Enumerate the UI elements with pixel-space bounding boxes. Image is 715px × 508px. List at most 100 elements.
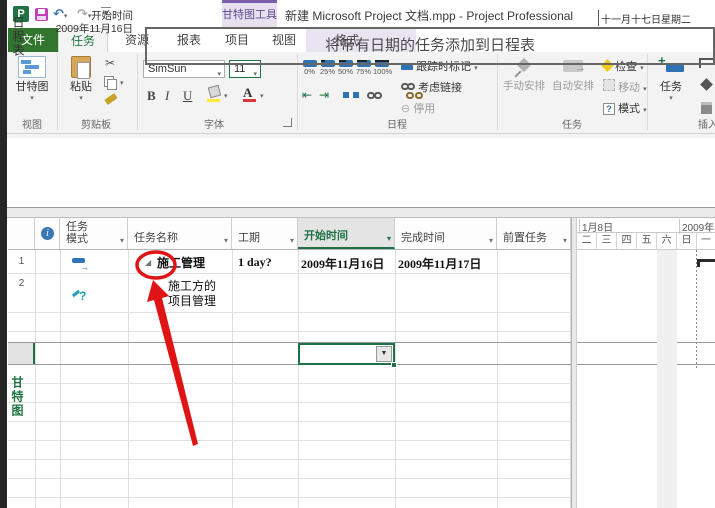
grid-line [35,250,36,508]
grid-line [60,250,61,508]
grid-line [497,250,498,508]
row-line [8,478,571,479]
inactivate-button[interactable]: ⊖ 停用 [401,100,435,116]
table-header-row: i 任务模式 ▾ 任务名称 ▾ 工期 ▾ 开始时间 ▾ 完成时间 ▾ 前置任务 … [8,218,571,250]
chevron-down-icon[interactable]: ▾ [224,92,228,100]
row-number-header[interactable] [8,218,35,249]
gantt-weekday-cell: 四 [617,233,637,250]
cut-icon[interactable]: ✂ [105,56,115,70]
chevron-down-icon: ▾ [474,65,478,72]
save-icon[interactable] [35,8,48,21]
insert-deliverable-icon[interactable] [701,102,712,114]
finish-date-cell[interactable]: 2009年11月17日 [398,255,495,272]
timeline-current-date-tick [598,10,599,26]
collapse-triangle-icon[interactable]: ◢ [145,258,151,267]
split-task-icon[interactable] [343,92,359,98]
move-button[interactable]: 移动 ▾ [603,79,647,95]
group-label-clipboard: 剪贴板 [59,116,133,130]
column-header-task-mode[interactable]: 任务模式 ▾ [60,218,128,249]
timeline-current-date-label: 十一月十七日星期二 [601,11,691,26]
timescale-week-label: 1月8日 [579,219,613,234]
selected-row-header[interactable] [8,343,35,364]
gantt-weekday-cell: 三 [597,233,617,250]
selected-cell-start-date[interactable]: ▼ [298,343,395,365]
cell-dropdown-button[interactable]: ▼ [376,346,392,362]
gantt-weekday-cell: 二 [577,233,597,250]
inactivate-icon: ⊖ [401,103,410,115]
weekend-shading [657,250,677,508]
font-dialog-launcher-icon[interactable] [283,118,292,127]
row-line [8,497,571,498]
chevron-down-icon: ▾ [217,66,221,83]
respect-links-icon [401,82,415,91]
timeline-start-caption: 开始时间 [56,10,133,23]
gantt-weekday-cell: 五 [637,233,657,250]
task-name-cell[interactable]: 项目管理 [168,292,230,309]
chevron-down-icon: ▾ [253,66,257,83]
group-divider [57,54,58,130]
column-header-task-name[interactable]: 任务名称 ▾ [128,218,232,249]
chevron-down-icon[interactable]: ▾ [120,79,124,87]
project-professional-window: P ↶▾ ↷▾ ▾ 甘特图工具 新建 Microsoft Project 文档.… [0,0,715,508]
group-label-font: 字体 [139,116,289,130]
gantt-button-label: 甘特图 [11,78,53,94]
background-color-button[interactable] [207,86,221,102]
auto-scheduled-mode-icon[interactable]: → [72,257,88,269]
outdent-task-icon[interactable]: ⇤ [302,88,312,102]
group-label-insert: 插入 [693,116,715,130]
start-date-cell[interactable]: 2009年11月16日 [301,255,393,272]
row-line [8,273,571,274]
info-column-header[interactable]: i [35,218,60,249]
grid-line [128,250,129,508]
timeline-hint-box[interactable]: 将带有日期的任务添加到日程表 [145,27,715,65]
summary-task-bar[interactable] [697,259,715,267]
format-painter-icon[interactable] [104,93,117,105]
pane-splitter[interactable] [7,207,715,218]
manually-scheduled-mode-icon[interactable]: ? [72,290,88,304]
chevron-down-icon: ▾ [224,236,228,245]
row-line [8,331,571,332]
respect-links-button[interactable]: 考虑链接 [401,79,462,95]
chevron-down-icon: ▾ [563,236,567,245]
duration-cell[interactable]: 1 day? [238,255,294,270]
chevron-down-icon: ▾ [653,94,689,102]
indent-task-icon[interactable]: ⇥ [319,88,329,102]
row-line [8,440,571,441]
move-icon [603,79,615,91]
fill-handle[interactable] [391,362,397,368]
insert-milestone-icon[interactable] [700,78,713,91]
row-number[interactable]: 1 [8,256,35,267]
window-title: 新建 Microsoft Project 文档.mpp - Project Pr… [285,7,573,24]
font-color-button[interactable]: A [243,85,257,102]
chevron-down-icon[interactable]: ▾ [260,92,264,100]
row-number[interactable]: 2 [8,278,35,289]
info-icon: i [41,227,54,240]
gantt-weekday-cell: 一 [697,233,715,250]
italic-button[interactable]: I [165,88,169,104]
timeline-pane[interactable] [7,134,715,207]
column-header-predecessors[interactable]: 前置任务 ▾ [497,218,571,249]
mode-button[interactable]: ? 模式 ▾ [603,100,647,116]
gantt-chart-icon [18,56,46,78]
underline-button[interactable]: U [183,88,192,104]
copy-icon[interactable] [104,76,116,88]
group-divider [647,54,648,130]
paste-button[interactable]: 粘贴 ▾ [63,56,99,102]
row-line [8,402,571,403]
bold-button[interactable]: B [147,88,156,104]
chevron-down-icon: ▾ [387,234,391,243]
gantt-weekday-cell: 六 [657,233,677,250]
gantt-chart-button[interactable]: 甘特图 ▾ [11,56,53,102]
chevron-down-icon: ▾ [63,94,99,102]
link-tasks-icon[interactable] [367,91,383,100]
column-header-start[interactable]: 开始时间 ▾ [298,218,395,249]
timeline-start-info: 开始时间 2009年11月16日 [56,10,133,36]
gantt-weekday-cell: 日 [677,233,697,250]
task-name-cell[interactable]: 施工管理 [157,254,227,271]
group-divider [137,54,138,130]
column-header-finish[interactable]: 完成时间 ▾ [395,218,497,249]
column-header-duration[interactable]: 工期 ▾ [232,218,298,249]
row-line [8,459,571,460]
chevron-down-icon: ▾ [640,65,644,72]
table-chart-splitter[interactable] [571,218,577,508]
